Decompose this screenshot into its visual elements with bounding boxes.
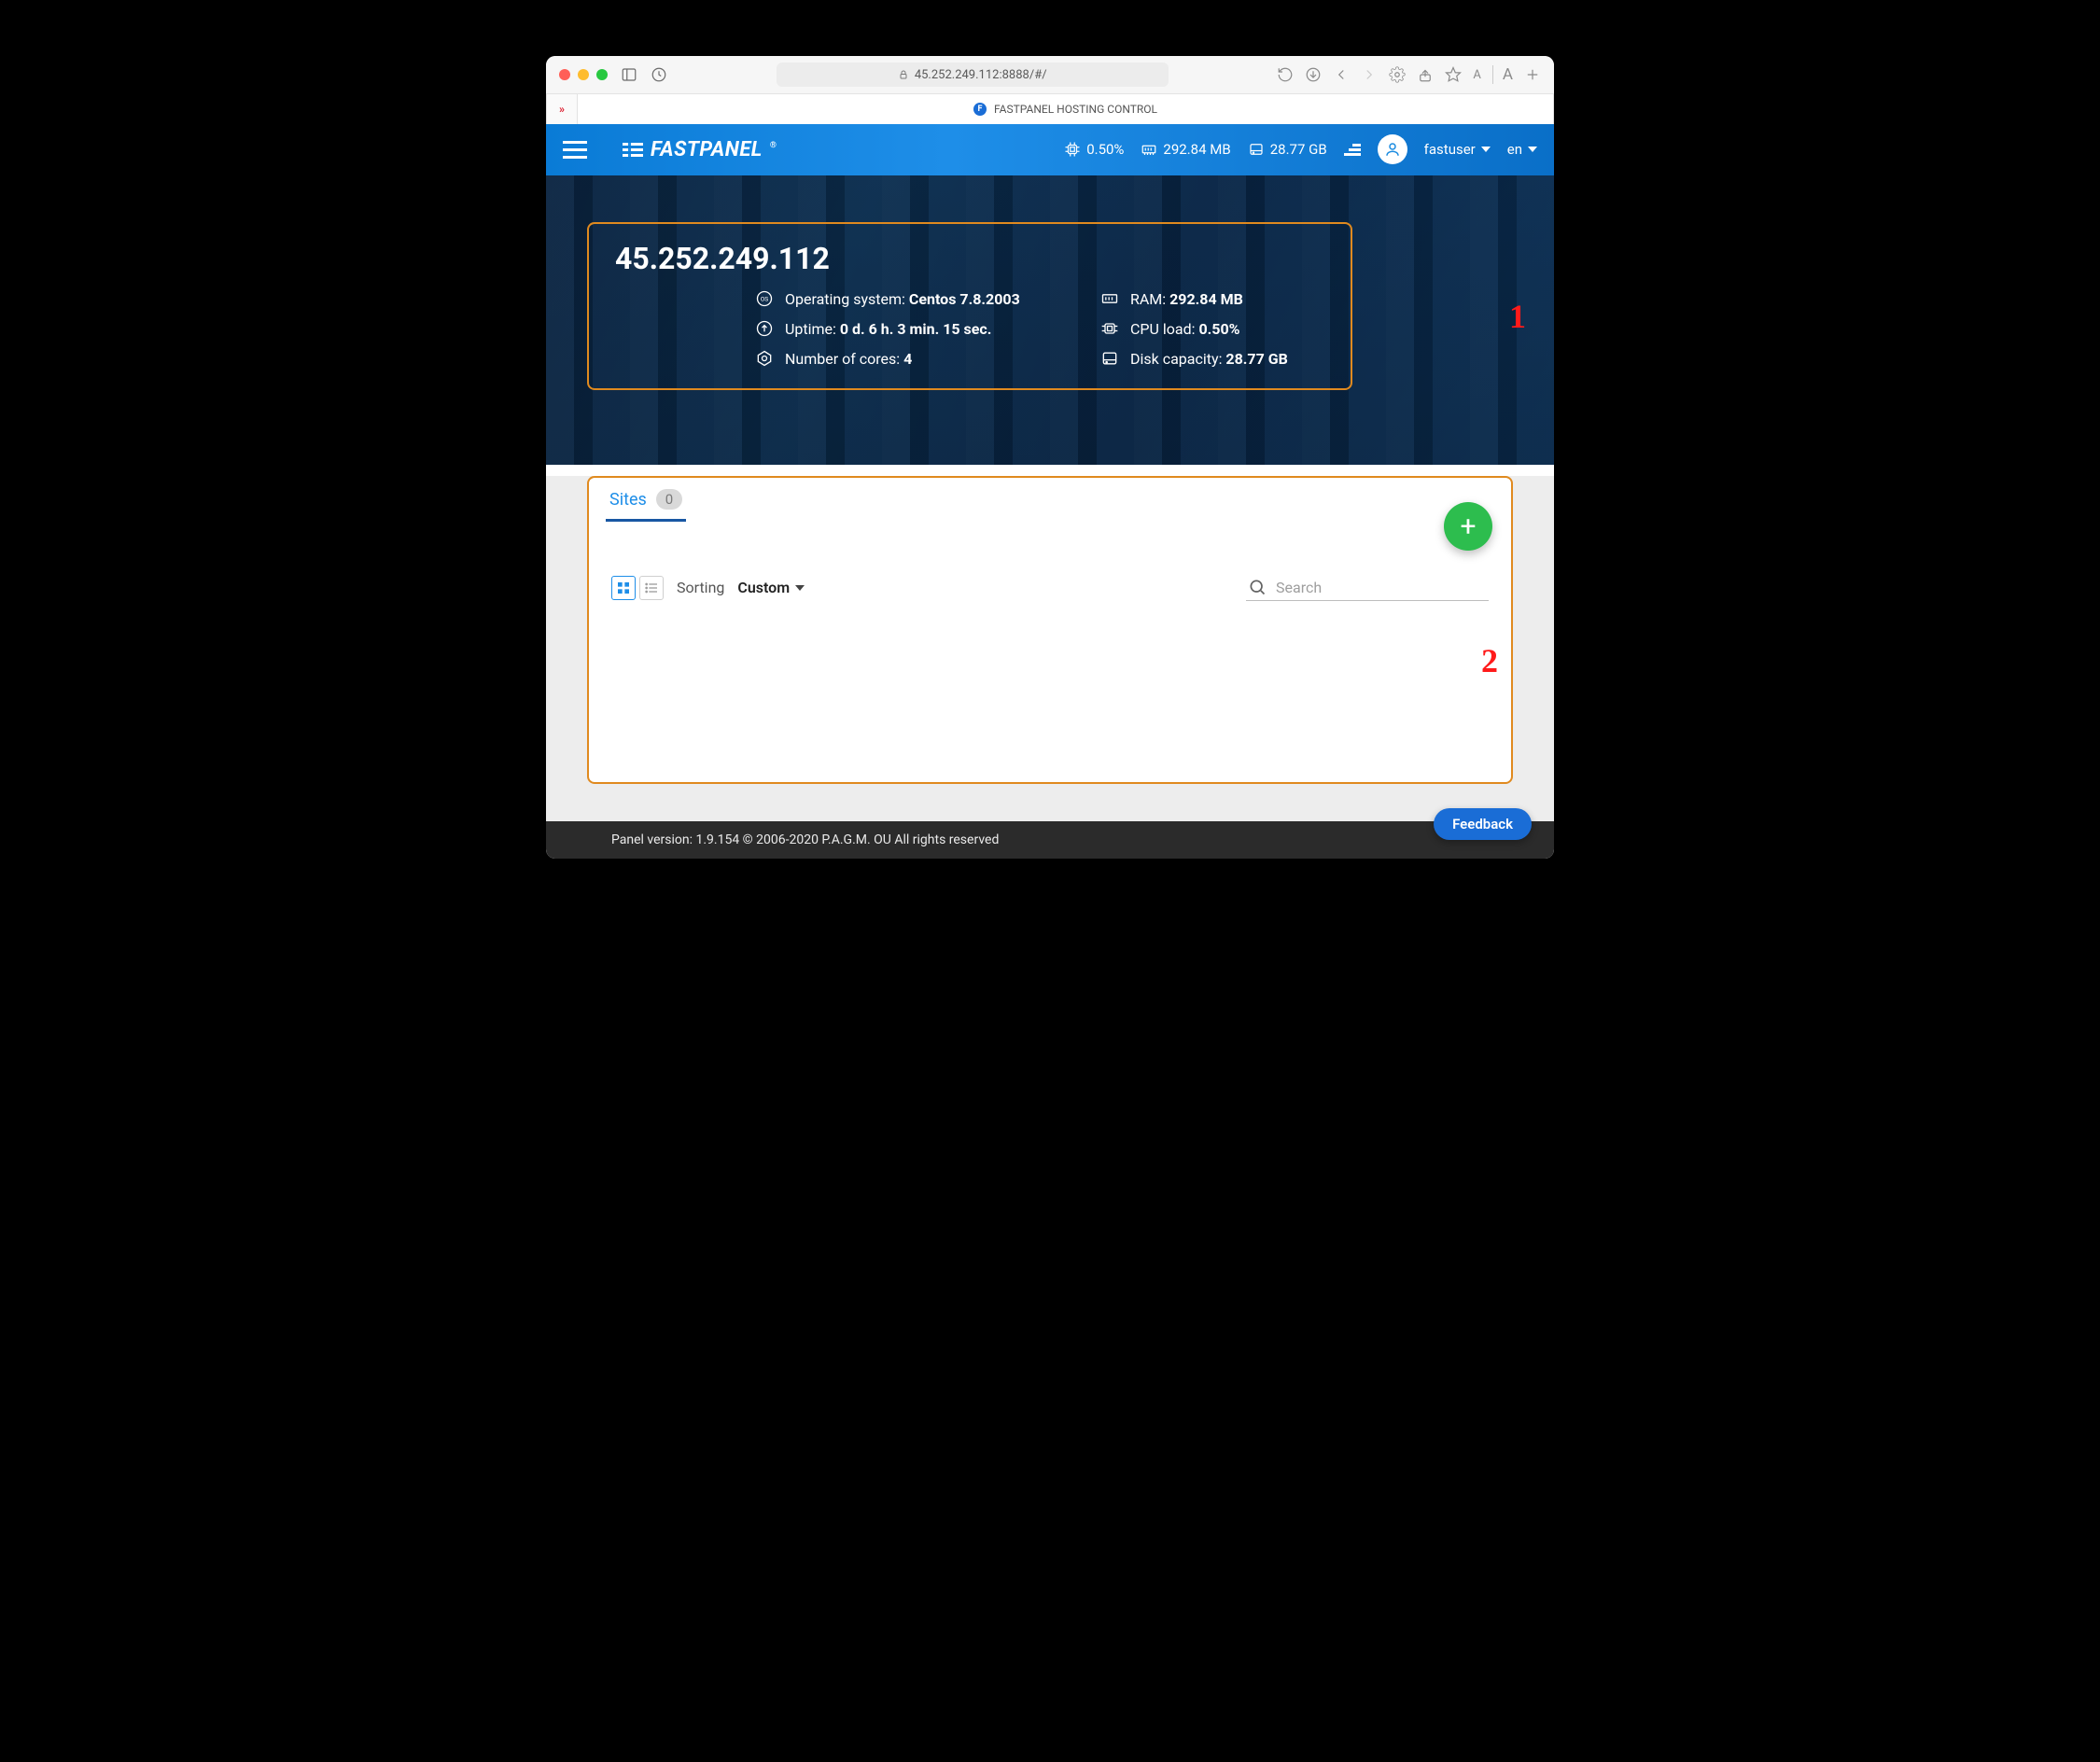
browser-toolbar: 45.252.249.112:8888/#/ A A — [546, 56, 1554, 93]
server-info-panel: 45.252.249.112 OS Operating system: Cent… — [587, 222, 1352, 390]
new-tab-icon[interactable] — [1524, 66, 1541, 83]
address-bar[interactable]: 45.252.249.112:8888/#/ — [777, 63, 1169, 87]
cpu-icon — [1064, 141, 1081, 158]
tab-label: Sites — [609, 490, 647, 510]
user-avatar[interactable] — [1378, 134, 1407, 164]
app-logo[interactable]: FASTPANEL ® — [623, 138, 777, 161]
logo-text: FASTPANEL — [651, 138, 763, 161]
uptime-icon — [755, 319, 774, 338]
search-field[interactable] — [1246, 574, 1489, 601]
chevron-down-icon — [1528, 147, 1537, 152]
header-disk-value: 28.77 GB — [1270, 141, 1327, 158]
server-hero: 45.252.249.112 OS Operating system: Cent… — [546, 175, 1554, 465]
footer-version: Panel version: 1.9.154 © 2006-2020 P.A.G… — [611, 832, 999, 847]
list-view-button[interactable] — [639, 576, 664, 600]
tab-strip: » F FASTPANEL HOSTING CONTROL — [546, 93, 1554, 123]
search-icon — [1248, 578, 1267, 596]
downloads-icon[interactable] — [1305, 66, 1322, 83]
sorting-dropdown[interactable]: Custom — [737, 579, 805, 596]
url-text: 45.252.249.112:8888/#/ — [915, 68, 1047, 82]
bookmark-star-icon[interactable] — [1445, 66, 1462, 83]
content-area: Sites 0 + Sorting — [546, 476, 1554, 859]
header-database-icon[interactable] — [1344, 144, 1361, 156]
pinned-tab-icon: » — [559, 103, 565, 116]
tab-title: FASTPANEL HOSTING CONTROL — [994, 103, 1157, 116]
search-input[interactable] — [1276, 579, 1487, 596]
plus-icon: + — [1460, 510, 1476, 543]
sidebar-toggle-icon[interactable] — [621, 66, 637, 83]
settings-gear-icon[interactable] — [1389, 66, 1406, 83]
server-ip: 45.252.249.112 — [615, 241, 1324, 276]
cores-icon — [755, 349, 774, 368]
app-header: FASTPANEL ® 0.50% 292.84 MB 28.77 GB fas… — [546, 123, 1554, 175]
header-ram-value: 292.84 MB — [1163, 141, 1230, 158]
tab-sites[interactable]: Sites 0 — [606, 483, 686, 522]
disk-icon — [1248, 141, 1265, 158]
stat-disk: Disk capacity: 28.77 GB — [1100, 349, 1324, 368]
sorting-value: Custom — [737, 579, 790, 596]
server-stats-grid: OS Operating system: Centos 7.8.2003 RAM… — [755, 289, 1324, 368]
header-cpu-value: 0.50% — [1086, 141, 1124, 158]
username: fastuser — [1424, 141, 1476, 158]
browser-window: 45.252.249.112:8888/#/ A A » F FASTP — [546, 56, 1554, 859]
sites-panel: Sites 0 + Sorting — [587, 476, 1513, 784]
logo-mark-icon — [623, 143, 643, 157]
footer: Panel version: 1.9.154 © 2006-2020 P.A.G… — [546, 821, 1554, 859]
reader-font-small[interactable]: A — [1473, 68, 1480, 82]
forward-icon[interactable] — [1361, 66, 1378, 83]
stat-uptime: Uptime: 0 d. 6 h. 3 min. 15 sec. — [755, 319, 1063, 338]
chevron-down-icon — [795, 585, 805, 591]
person-icon — [1384, 141, 1401, 158]
view-toggle — [611, 576, 664, 600]
logo-registered: ® — [770, 141, 777, 150]
close-window-button[interactable] — [559, 69, 570, 80]
chevron-down-icon — [1481, 147, 1491, 152]
feedback-button[interactable]: Feedback — [1434, 808, 1532, 840]
header-ram-stat[interactable]: 292.84 MB — [1141, 141, 1230, 158]
maximize-window-button[interactable] — [596, 69, 608, 80]
minimize-window-button[interactable] — [578, 69, 589, 80]
cpu-icon — [1100, 319, 1119, 338]
disk-icon — [1100, 349, 1119, 368]
reader-font-large[interactable]: A — [1492, 65, 1513, 84]
sorting-label: Sorting — [677, 579, 724, 596]
browser-actions: A A — [1277, 65, 1541, 84]
share-icon[interactable] — [1417, 66, 1434, 83]
browser-chrome: 45.252.249.112:8888/#/ A A » F FASTP — [546, 56, 1554, 123]
user-menu[interactable]: fastuser — [1424, 141, 1491, 158]
language-code: en — [1507, 141, 1522, 158]
header-disk-stat[interactable]: 28.77 GB — [1248, 141, 1327, 158]
ram-icon — [1100, 289, 1119, 308]
database-icon — [1344, 144, 1361, 156]
svg-text:OS: OS — [761, 296, 769, 303]
header-cpu-stat[interactable]: 0.50% — [1064, 141, 1124, 158]
active-tab[interactable]: F FASTPANEL HOSTING CONTROL — [578, 94, 1554, 124]
stat-ram: RAM: 292.84 MB — [1100, 289, 1324, 308]
ram-icon — [1141, 141, 1157, 158]
window-controls — [559, 69, 608, 80]
grid-view-button[interactable] — [611, 576, 636, 600]
stat-cpu: CPU load: 0.50% — [1100, 319, 1324, 338]
menu-button[interactable] — [563, 141, 587, 159]
stat-cores: Number of cores: 4 — [755, 349, 1063, 368]
reload-icon[interactable] — [1277, 66, 1294, 83]
favicon-icon: F — [973, 103, 987, 116]
add-site-button[interactable]: + — [1444, 502, 1492, 551]
annotation-1: 1 — [1509, 297, 1526, 336]
language-menu[interactable]: en — [1507, 141, 1537, 158]
history-icon[interactable] — [651, 66, 667, 83]
sites-tabs: Sites 0 — [589, 478, 1511, 522]
os-icon: OS — [755, 289, 774, 308]
back-icon[interactable] — [1333, 66, 1350, 83]
annotation-2: 2 — [1481, 641, 1498, 680]
browser-tab[interactable]: » — [546, 94, 578, 124]
stat-os: OS Operating system: Centos 7.8.2003 — [755, 289, 1063, 308]
sites-toolbar: Sorting Custom — [589, 522, 1511, 601]
sites-count-badge: 0 — [656, 489, 682, 510]
